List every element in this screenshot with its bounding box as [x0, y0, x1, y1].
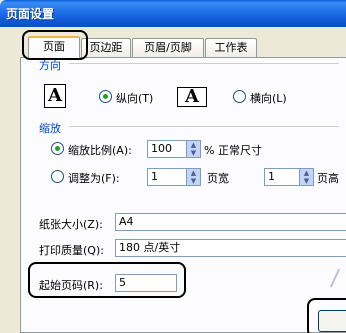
tab-header-footer[interactable]: 页眉/页脚 [132, 38, 204, 57]
scaling-group-label: 缩放 [39, 122, 61, 135]
fit-to-radio[interactable] [51, 170, 64, 183]
ok-button-callout [307, 298, 346, 333]
title-bar[interactable]: 页面设置 [0, 0, 346, 27]
fit-wide-input[interactable]: 1 [147, 168, 187, 186]
fit-wide-suffix: 页宽 [207, 172, 229, 185]
fit-to-label: 调整为(F): [68, 172, 120, 185]
portrait-label: 纵向(T) [116, 92, 154, 105]
tab-page[interactable]: 页面 [28, 36, 80, 58]
window-title: 页面设置 [6, 7, 55, 21]
fit-wide-spinner[interactable]: ▲ ▼ [186, 168, 201, 186]
landscape-icon: A [177, 87, 207, 107]
paper-size-select[interactable]: A4 [115, 213, 346, 231]
fit-tall-spinner[interactable]: ▲ ▼ [299, 168, 314, 186]
portrait-icon: A [44, 84, 66, 108]
scaling-divider [69, 126, 339, 127]
adjust-scale-label: 缩放比例(A): [68, 144, 132, 157]
orientation-divider [69, 63, 339, 64]
paper-size-label: 纸张大小(Z): [39, 218, 103, 231]
adjust-scale-spinner[interactable]: ▲ ▼ [186, 140, 201, 158]
print-quality-label: 打印质量(Q): [39, 244, 104, 257]
tab-margins[interactable]: 页边距 [81, 38, 131, 57]
portrait-radio[interactable] [99, 90, 112, 103]
print-quality-select[interactable]: 180 点/英寸 [115, 239, 346, 257]
landscape-label: 横向(L) [250, 92, 287, 105]
fit-tall-input[interactable]: 1 [264, 168, 300, 186]
tab-sheet[interactable]: 工作表 [205, 38, 257, 57]
landscape-radio[interactable] [233, 90, 246, 103]
adjust-scale-input[interactable]: 100 [147, 140, 187, 158]
first-page-callout [28, 262, 186, 298]
adjust-scale-suffix: % 正常尺寸 [204, 144, 262, 157]
fit-tall-suffix: 页高 [317, 172, 339, 185]
tab-bar: 页面 页边距 页眉/页脚 工作表 [24, 36, 346, 58]
adjust-scale-radio[interactable] [51, 142, 64, 155]
